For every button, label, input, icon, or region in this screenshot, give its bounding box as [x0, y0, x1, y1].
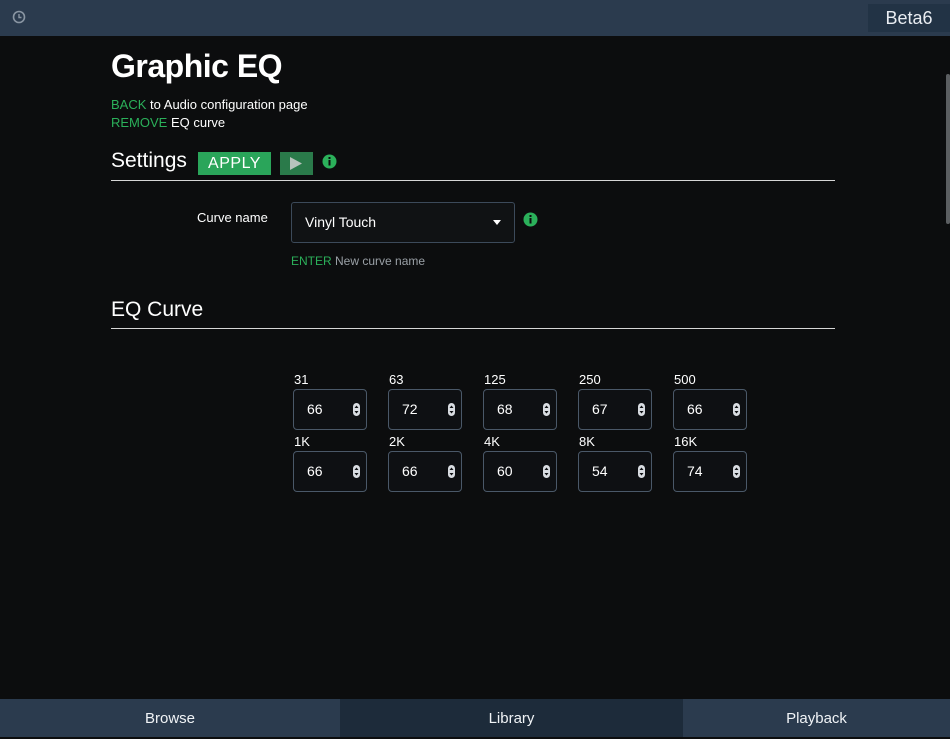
tab-browse[interactable]: Browse — [0, 699, 340, 737]
chevron-down-icon — [493, 220, 501, 225]
band-gain-value: 72 — [402, 401, 418, 417]
band-gain-value: 74 — [687, 463, 703, 479]
band-gain-input[interactable]: 67 — [578, 389, 652, 430]
spinner-icon[interactable] — [448, 465, 455, 478]
apply-button[interactable]: APPLY — [198, 152, 271, 175]
bottom-navigation: Browse Library Playback — [0, 699, 950, 737]
band-frequency-label: 125 — [484, 372, 506, 387]
tab-playback[interactable]: Playback — [683, 699, 950, 737]
play-icon — [290, 157, 302, 170]
band-frequency-label: 16K — [674, 434, 698, 449]
band-gain-value: 54 — [592, 463, 608, 479]
settings-heading: Settings — [111, 149, 187, 172]
band-gain-input[interactable]: 72 — [388, 389, 462, 430]
band-gain-value: 66 — [402, 463, 418, 479]
eq-curve-heading: EQ Curve — [111, 298, 204, 321]
spinner-icon[interactable] — [353, 403, 360, 416]
eq-divider — [111, 328, 835, 329]
tab-library[interactable]: Library — [340, 699, 683, 737]
spinner-icon[interactable] — [353, 465, 360, 478]
back-line: BACK to Audio configuration page — [111, 97, 308, 112]
page-title: Graphic EQ — [111, 48, 283, 84]
band-frequency-label: 4K — [484, 434, 500, 449]
band-frequency-label: 1K — [294, 434, 310, 449]
remove-link-text: EQ curve — [170, 115, 226, 130]
spinner-icon[interactable] — [638, 403, 645, 416]
enter-link-text: New curve name — [335, 254, 426, 268]
band-gain-value: 68 — [497, 401, 513, 417]
band-frequency-label: 250 — [579, 372, 601, 387]
spinner-icon[interactable] — [733, 465, 740, 478]
version-badge: Beta6 — [868, 4, 950, 32]
band-gain-input[interactable]: 66 — [388, 451, 462, 492]
band-gain-input[interactable]: 60 — [483, 451, 557, 492]
band-gain-input[interactable]: 74 — [673, 451, 747, 492]
top-bar: Beta6 — [0, 0, 950, 36]
band-gain-value: 60 — [497, 463, 513, 479]
curve-name-label: Curve name — [197, 210, 268, 225]
spinner-icon[interactable] — [448, 403, 455, 416]
curve-name-value: Vinyl Touch — [305, 214, 377, 230]
enter-link[interactable]: ENTER — [291, 254, 332, 268]
scrollbar[interactable] — [946, 74, 950, 224]
back-link[interactable]: BACK — [111, 97, 146, 112]
remove-line: REMOVE EQ curve — [111, 115, 225, 130]
info-icon[interactable] — [523, 212, 538, 227]
back-link-text: to Audio configuration page — [150, 97, 308, 112]
spinner-icon[interactable] — [733, 403, 740, 416]
play-button[interactable] — [280, 152, 313, 175]
spinner-icon[interactable] — [543, 465, 550, 478]
band-gain-input[interactable]: 66 — [293, 451, 367, 492]
info-icon[interactable] — [322, 154, 337, 169]
band-frequency-label: 63 — [389, 372, 404, 387]
main-content: Graphic EQ BACK to Audio configuration p… — [0, 36, 950, 699]
band-frequency-label: 500 — [674, 372, 696, 387]
settings-divider — [111, 180, 835, 181]
band-gain-input[interactable]: 66 — [673, 389, 747, 430]
spinner-icon[interactable] — [543, 403, 550, 416]
spinner-icon[interactable] — [638, 465, 645, 478]
band-gain-input[interactable]: 54 — [578, 451, 652, 492]
band-gain-value: 66 — [307, 463, 323, 479]
enter-line: ENTER New curve name — [291, 254, 425, 268]
band-gain-value: 66 — [687, 401, 703, 417]
band-gain-value: 67 — [592, 401, 608, 417]
band-gain-input[interactable]: 68 — [483, 389, 557, 430]
remove-link[interactable]: REMOVE — [111, 115, 167, 130]
curve-name-select[interactable]: Vinyl Touch — [291, 202, 515, 243]
band-gain-input[interactable]: 66 — [293, 389, 367, 430]
band-frequency-label: 31 — [294, 372, 309, 387]
clock-icon[interactable] — [12, 10, 26, 24]
band-frequency-label: 8K — [579, 434, 595, 449]
band-gain-value: 66 — [307, 401, 323, 417]
band-frequency-label: 2K — [389, 434, 405, 449]
